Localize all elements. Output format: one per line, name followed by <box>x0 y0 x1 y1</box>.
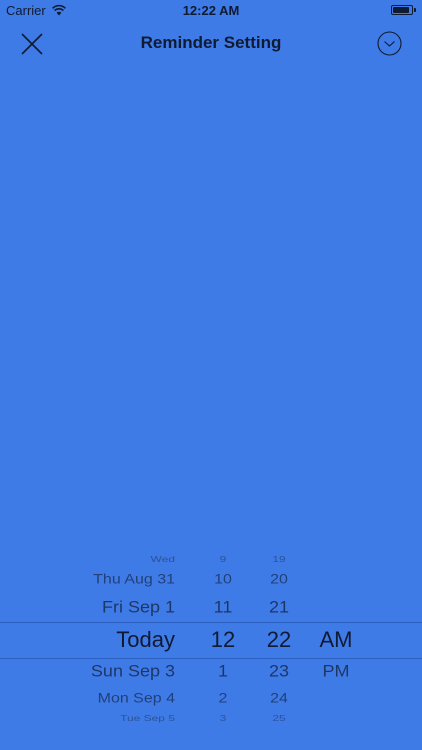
selection-line-bottom <box>0 658 422 659</box>
picker-hour-item[interactable]: 1 <box>196 663 250 680</box>
picker-minute-item[interactable]: 25 <box>252 714 306 723</box>
picker-day-item[interactable]: Tue Sep 5 <box>0 714 175 723</box>
battery-icon <box>391 5 416 15</box>
picker-day-item[interactable]: Sun Sep 3 <box>0 663 175 680</box>
picker-minute-item[interactable]: 20 <box>252 573 306 587</box>
picker-ampm-item[interactable]: PM <box>306 663 366 680</box>
picker-day-item[interactable]: Mon Sep 4 <box>0 692 175 706</box>
picker-hour-item[interactable]: 12 <box>196 629 250 651</box>
picker-hour-item[interactable]: 10 <box>196 573 250 587</box>
picker-minute-item[interactable]: 23 <box>252 663 306 680</box>
chevron-down-circle-icon[interactable] <box>377 31 402 56</box>
picker-hour-item[interactable]: 2 <box>196 692 250 706</box>
picker-day-item[interactable]: Thu Aug 31 <box>0 573 175 587</box>
status-bar: Carrier 12:22 AM <box>0 0 422 22</box>
picker-minute-item[interactable]: 19 <box>252 555 306 564</box>
picker-minute-item[interactable]: 21 <box>252 599 306 616</box>
picker-ampm-item[interactable]: AM <box>306 629 366 651</box>
picker-minute-item[interactable]: 22 <box>252 629 306 651</box>
picker-day-item[interactable]: Wed <box>0 555 175 564</box>
picker-day-item[interactable]: Today <box>0 629 175 651</box>
page-title: Reminder Setting <box>140 33 282 52</box>
nav-bar: Reminder Setting <box>0 22 422 66</box>
picker-hour-item[interactable]: 9 <box>196 555 250 564</box>
picker-minute-item[interactable]: 24 <box>252 692 306 706</box>
picker-hour-item[interactable]: 11 <box>196 599 250 616</box>
selection-line-top <box>0 622 422 623</box>
picker-hour-item[interactable]: 3 <box>196 714 250 723</box>
reminder-date-picker[interactable]: Wed Thu Aug 31 Fri Sep 1 Today Sun Sep 3 Mon … <box>0 540 422 736</box>
battery-level-fill <box>393 7 410 13</box>
status-time: 12:22 AM <box>182 3 240 18</box>
picker-day-item[interactable]: Fri Sep 1 <box>0 599 175 616</box>
